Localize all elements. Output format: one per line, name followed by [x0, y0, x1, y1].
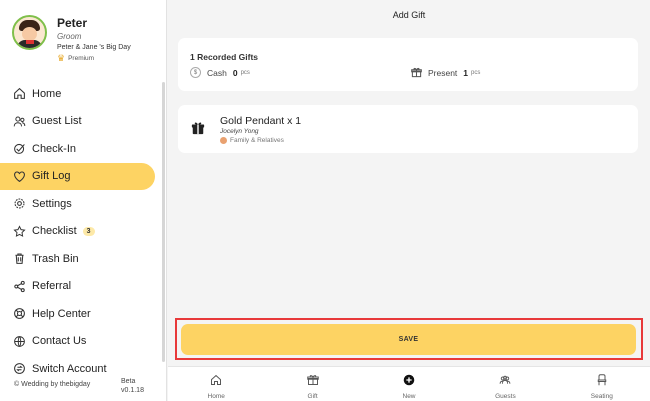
gift-icon [191, 121, 205, 135]
tab-seating[interactable]: Seating [554, 367, 650, 401]
group-avatar-icon [220, 137, 227, 144]
sidebar-item-settings[interactable]: Settings [0, 190, 155, 218]
sidebar-item-label: Contact Us [32, 335, 87, 348]
sidebar-item-label: Switch Account [32, 362, 107, 375]
home-icon [12, 87, 26, 101]
present-label: Present [428, 67, 458, 78]
profile-event: Peter & Jane 's Big Day [57, 44, 131, 51]
switch-account-icon [12, 362, 26, 376]
profile-name: Peter [57, 16, 88, 30]
check-circle-icon [12, 142, 26, 156]
recorded-gifts-title: 1 Recorded Gifts [190, 52, 259, 62]
home-icon [210, 373, 222, 391]
avatar [12, 15, 47, 50]
cash-value: 0 [232, 67, 238, 78]
version-label: Beta v0.1.18 [121, 377, 144, 395]
tab-guests[interactable]: Guests [457, 367, 553, 401]
sidebar-scrollbar[interactable] [162, 82, 165, 362]
sidebar-item-referral[interactable]: Referral [0, 273, 155, 301]
trash-icon [12, 252, 26, 266]
tab-home[interactable]: Home [168, 367, 264, 401]
sidebar-item-label: Home [32, 87, 62, 100]
page-title: Add Gift [392, 10, 426, 20]
sidebar-item-trash-bin[interactable]: Trash Bin [0, 245, 155, 273]
sidebar-item-label: Trash Bin [32, 252, 79, 265]
present-value: 1 [463, 67, 469, 78]
star-icon [12, 224, 26, 238]
brand-footer: © Wedding by thebigday [14, 381, 91, 388]
gift-name: Gold Pendant x 1 [220, 115, 302, 127]
bottom-tab-bar: Home Gift New Guests Seating [168, 366, 650, 401]
tab-new[interactable]: New [361, 367, 457, 401]
save-button[interactable]: SAVE [181, 324, 636, 355]
crown-icon: ♛ [57, 53, 66, 63]
gift-giver: Jocelyn Yong [220, 128, 259, 135]
cash-label: Cash [207, 67, 227, 78]
version-number: v0.1.18 [121, 387, 144, 394]
sidebar-item-check-in[interactable]: Check-In [0, 135, 155, 163]
users-icon [12, 114, 26, 128]
guest-group-label: Family & Relatives [230, 137, 284, 144]
premium-label: Premium [68, 55, 95, 62]
share-icon [12, 279, 26, 293]
tab-label: Home [207, 393, 225, 400]
tab-label: New [402, 393, 416, 400]
sidebar: Peter Groom Peter & Jane 's Big Day ♛ Pr… [0, 0, 167, 401]
beta-label: Beta [121, 378, 136, 385]
guests-icon [499, 373, 511, 391]
main-content: Add Gift 1 Recorded Gifts $ Cash 0 pcs P… [168, 0, 650, 401]
checklist-count-badge: 3 [82, 226, 95, 236]
gift-summary-card: 1 Recorded Gifts $ Cash 0 pcs Present 1 … [178, 38, 638, 91]
sidebar-item-label: Guest List [32, 115, 82, 128]
tab-gift[interactable]: Gift [264, 367, 360, 401]
premium-badge: ♛ Premium [57, 53, 131, 64]
profile-role: Groom [57, 32, 82, 41]
tab-label: Gift [307, 393, 318, 400]
gift-item-card[interactable]: Gold Pendant x 1 Jocelyn Yong Family & R… [178, 105, 638, 153]
sidebar-item-home[interactable]: Home [0, 80, 155, 108]
sidebar-item-label: Checklist [32, 225, 77, 238]
globe-icon [12, 334, 26, 348]
sidebar-item-help-center[interactable]: Help Center [0, 300, 155, 328]
sidebar-item-guest-list[interactable]: Guest List [0, 108, 155, 136]
profile[interactable]: Peter Groom Peter & Jane 's Big Day ♛ Pr… [12, 15, 131, 64]
sidebar-item-label: Settings [32, 197, 72, 210]
gift-icon [306, 373, 319, 391]
sidebar-item-label: Help Center [32, 307, 91, 320]
cash-unit: pcs [240, 69, 250, 76]
heart-icon [12, 169, 26, 183]
sidebar-item-contact-us[interactable]: Contact Us [0, 328, 155, 356]
present-unit: pcs [471, 69, 481, 76]
plus-circle-icon [403, 373, 415, 391]
cash-icon: $ [190, 67, 201, 78]
sidebar-item-label: Check-In [32, 142, 77, 155]
lifebuoy-icon [12, 307, 26, 321]
chair-icon [596, 373, 608, 391]
guest-group: Family & Relatives [220, 137, 284, 144]
sidebar-nav: Home Guest List Check-In Gift Log Settin… [0, 80, 155, 383]
gear-icon [12, 197, 26, 211]
gift-box-icon [411, 67, 422, 78]
sidebar-item-checklist[interactable]: Checklist 3 [0, 218, 155, 246]
tab-label: Guests [495, 393, 516, 400]
present-count: Present 1 pcs [411, 67, 480, 78]
sidebar-item-gift-log[interactable]: Gift Log [0, 162, 155, 190]
cash-count: $ Cash 0 pcs [190, 67, 250, 78]
tab-label: Seating [590, 393, 613, 400]
sidebar-item-label: Referral [32, 280, 72, 293]
sidebar-item-label: Gift Log [32, 170, 71, 183]
